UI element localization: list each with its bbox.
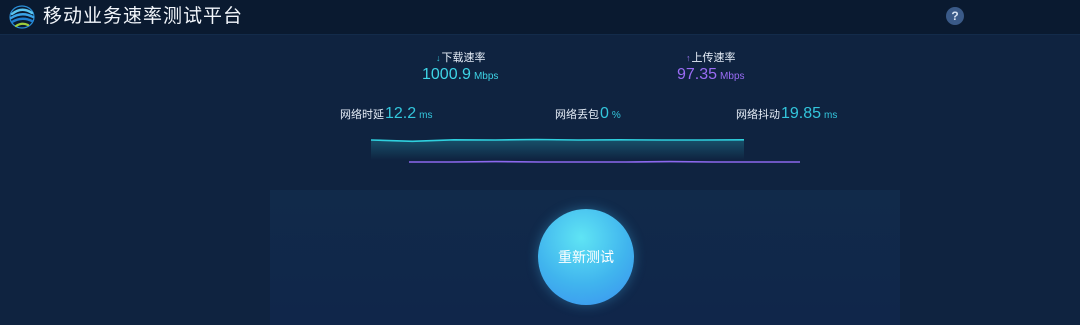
jitter-stat: 网络抖动19.85 ms <box>736 105 837 125</box>
jitter-label: 网络抖动 <box>736 109 780 121</box>
retest-button[interactable]: 重新测试 <box>538 209 634 305</box>
download-unit: Mbps <box>473 71 499 82</box>
latency-unit: ms <box>419 110 433 121</box>
latency-stat: 网络时延12.2 ms <box>340 105 432 125</box>
speed-chart <box>370 138 800 163</box>
app-title: 移动业务速率测试平台 <box>43 6 244 27</box>
jitter-unit: ms <box>824 110 838 121</box>
upload-speed: 97.35 Mbps <box>677 66 745 86</box>
upload-value: 97.35 <box>677 66 718 83</box>
packet-loss-unit: % <box>611 110 621 121</box>
upload-label: ↑上传速率 <box>686 49 736 65</box>
download-speed: 1000.9 Mbps <box>422 66 498 86</box>
download-label: ↓下载速率 <box>436 49 486 65</box>
download-arrow-icon: ↓ <box>436 53 441 63</box>
packet-loss-stat: 网络丢包0% <box>555 105 621 125</box>
download-label-text: 下载速率 <box>441 52 486 64</box>
download-value: 1000.9 <box>422 66 471 83</box>
jitter-value: 19.85 <box>781 105 822 122</box>
packet-loss-label: 网络丢包 <box>555 109 599 121</box>
upload-unit: Mbps <box>720 71 745 82</box>
china-mobile-logo-icon <box>9 5 35 29</box>
latency-value: 12.2 <box>385 105 417 122</box>
download-area <box>371 139 744 160</box>
top-bar: 移动业务速率测试平台 ? <box>0 0 1080 35</box>
latency-label: 网络时延 <box>340 109 384 121</box>
packet-loss-value: 0 <box>600 105 609 122</box>
help-icon[interactable]: ? <box>946 7 964 25</box>
upload-arrow-icon: ↑ <box>686 53 691 63</box>
upload-label-text: 上传速率 <box>691 52 736 64</box>
